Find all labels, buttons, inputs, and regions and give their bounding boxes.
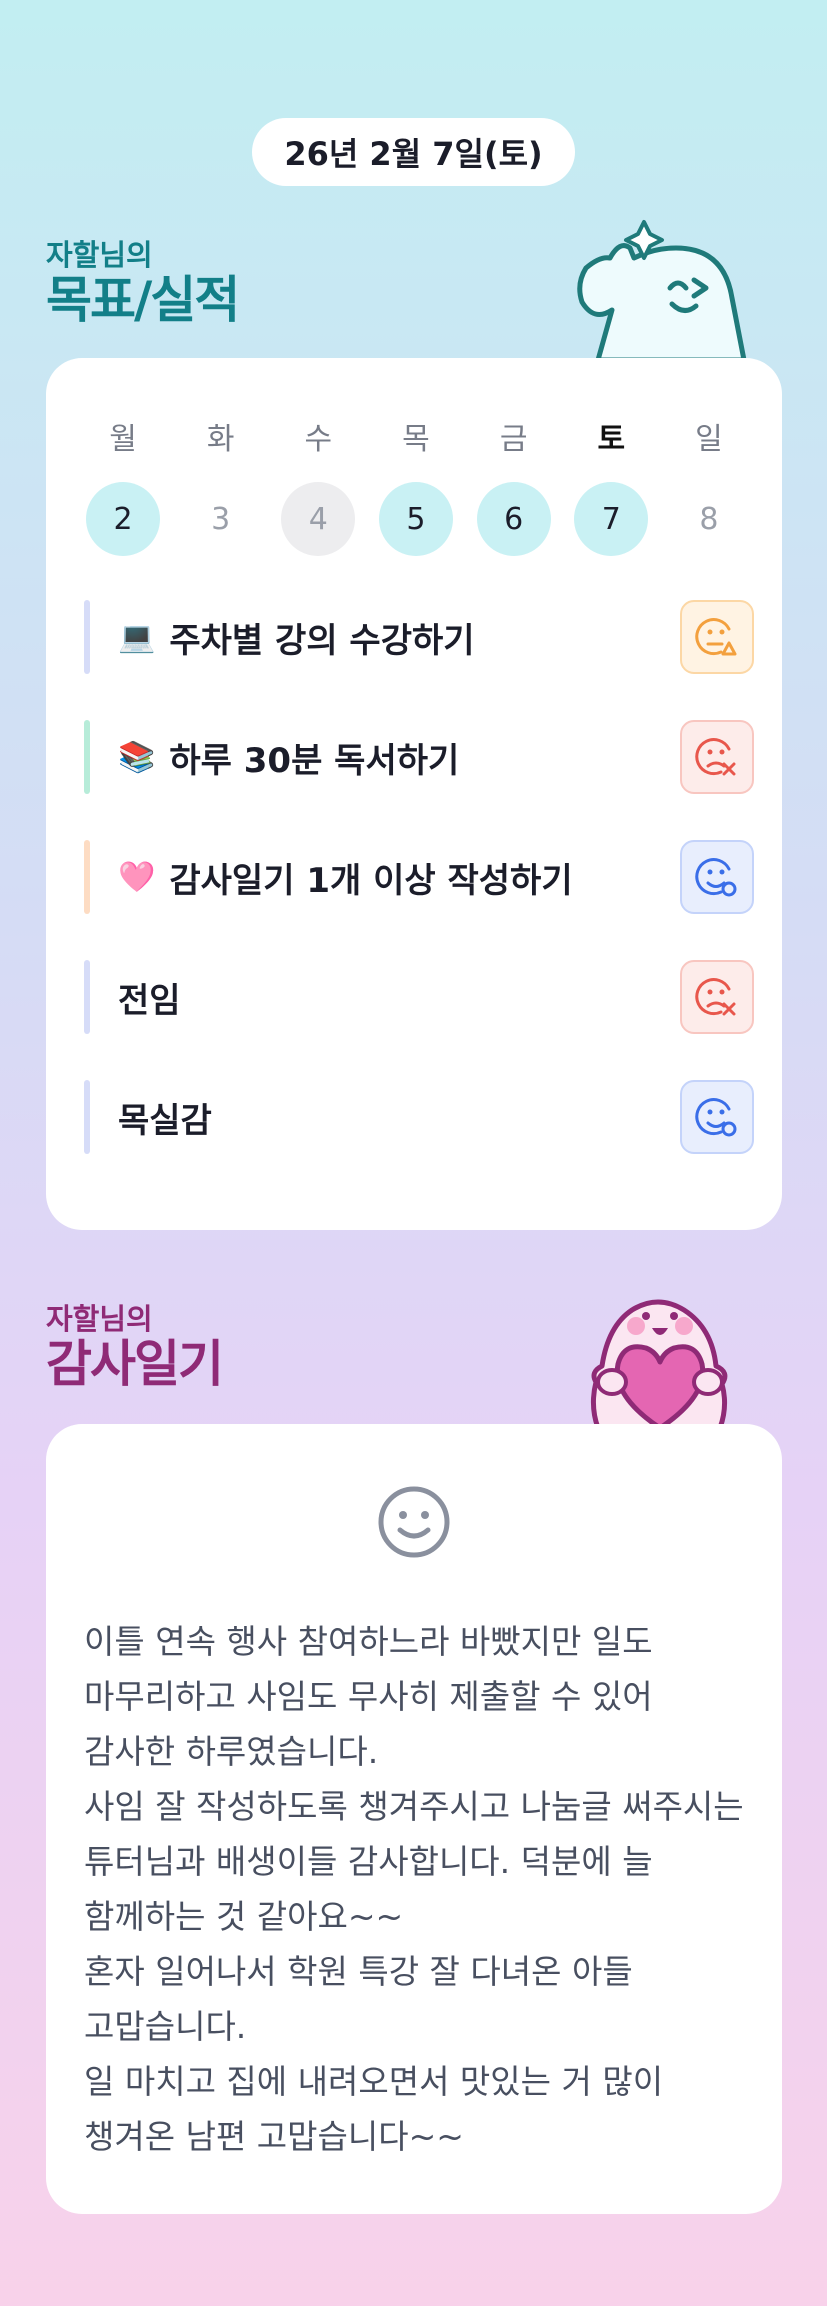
heart-mascot — [590, 1299, 728, 1428]
goal-color-bar — [84, 600, 90, 674]
goal-label: 🩷 감사일기 1개 이상 작성하기 — [118, 853, 573, 902]
ghost-mascot — [577, 220, 747, 360]
face-check-icon[interactable] — [680, 1080, 754, 1154]
goal-color-bar — [84, 720, 90, 794]
goal-text: 전임 — [118, 980, 181, 1021]
diary-card: 이틀 연속 행사 참여하느라 바빴지만 일도 마무리하고 사임도 무사히 제출할… — [46, 1424, 782, 2214]
goal-text: 주차별 강의 수강하기 — [169, 620, 475, 661]
goal-label: 전임 — [118, 973, 181, 1022]
day-number[interactable]: 4 — [281, 482, 356, 556]
goal-label: 💻 주차별 강의 수강하기 — [118, 613, 475, 662]
goal-label: 📚 하루 30분 독서하기 — [118, 733, 459, 782]
goal-item[interactable]: 🩷 감사일기 1개 이상 작성하기 — [84, 840, 754, 914]
face-x-icon[interactable] — [680, 720, 754, 794]
day-6[interactable]: 금6 — [476, 418, 551, 556]
day-number[interactable]: 5 — [378, 482, 453, 556]
goal-item[interactable]: 전임 — [84, 960, 754, 1034]
day-3[interactable]: 화3 — [184, 418, 258, 556]
day-name: 수 — [304, 422, 333, 457]
goal-label: 목실감 — [118, 1093, 212, 1142]
face-x-icon[interactable] — [680, 960, 754, 1034]
day-name: 금 — [499, 422, 528, 457]
goal-color-bar — [84, 1080, 90, 1154]
goals-section-title: 자할님의 목표/실적 — [46, 232, 240, 329]
goal-emoji: 🩷 — [118, 859, 156, 895]
day-4[interactable]: 수4 — [281, 418, 356, 556]
goals-section-sub: 자할님의 — [46, 238, 153, 272]
day-name: 토 — [597, 422, 626, 457]
day-number[interactable]: 3 — [184, 482, 258, 556]
day-name: 일 — [695, 422, 723, 457]
day-number[interactable]: 7 — [574, 482, 649, 556]
date-text: 26년 2월 7일(토) — [284, 135, 543, 173]
day-name: 월 — [109, 422, 137, 457]
face-check-icon[interactable] — [680, 840, 754, 914]
goal-item[interactable]: 목실감 — [84, 1080, 754, 1154]
day-2[interactable]: 월2 — [86, 418, 160, 556]
goals-section-heading: 목표/실적 — [46, 271, 240, 329]
day-number[interactable]: 6 — [476, 482, 551, 556]
goal-text: 목실감 — [118, 1100, 212, 1141]
day-name: 화 — [206, 422, 235, 457]
diary-section-sub: 자할님의 — [46, 1302, 153, 1336]
diary-section-title: 자할님의 감사일기 — [46, 1296, 224, 1393]
goal-item[interactable]: 💻 주차별 강의 수강하기 — [84, 600, 754, 674]
goal-text: 감사일기 1개 이상 작성하기 — [169, 860, 573, 901]
day-5[interactable]: 목5 — [378, 418, 453, 556]
goal-item[interactable]: 📚 하루 30분 독서하기 — [84, 720, 754, 794]
day-number[interactable]: 8 — [672, 482, 746, 556]
goals-card: 월2화3수4목5금6토7일8 💻 주차별 강의 수강하기 📚 하루 30분 독서하기 🩷… — [46, 358, 782, 1230]
day-7[interactable]: 토7 — [574, 418, 649, 556]
goal-color-bar — [84, 840, 90, 914]
face-warning-icon[interactable] — [680, 600, 754, 674]
date-pill[interactable]: 26년 2월 7일(토) — [252, 118, 575, 186]
week-calendar: 월2화3수4목5금6토7일8 — [86, 418, 746, 556]
goal-text: 하루 30분 독서하기 — [169, 740, 460, 781]
goal-emoji: 💻 — [118, 619, 156, 655]
diary-section-heading: 감사일기 — [46, 1335, 224, 1393]
day-number[interactable]: 2 — [86, 482, 160, 556]
diary-text: 이틀 연속 행사 참여하느라 바빴지만 일도 마무리하고 사임도 무사히 제출할… — [84, 1622, 744, 2156]
day-name: 목 — [402, 422, 430, 457]
goal-list: 💻 주차별 강의 수강하기 📚 하루 30분 독서하기 🩷 감사일기 1개 이상 작성하기… — [84, 600, 754, 1200]
goal-color-bar — [84, 960, 90, 1034]
day-8[interactable]: 일8 — [672, 418, 746, 556]
goal-emoji: 📚 — [118, 739, 156, 775]
smile-icon — [378, 1486, 450, 1558]
